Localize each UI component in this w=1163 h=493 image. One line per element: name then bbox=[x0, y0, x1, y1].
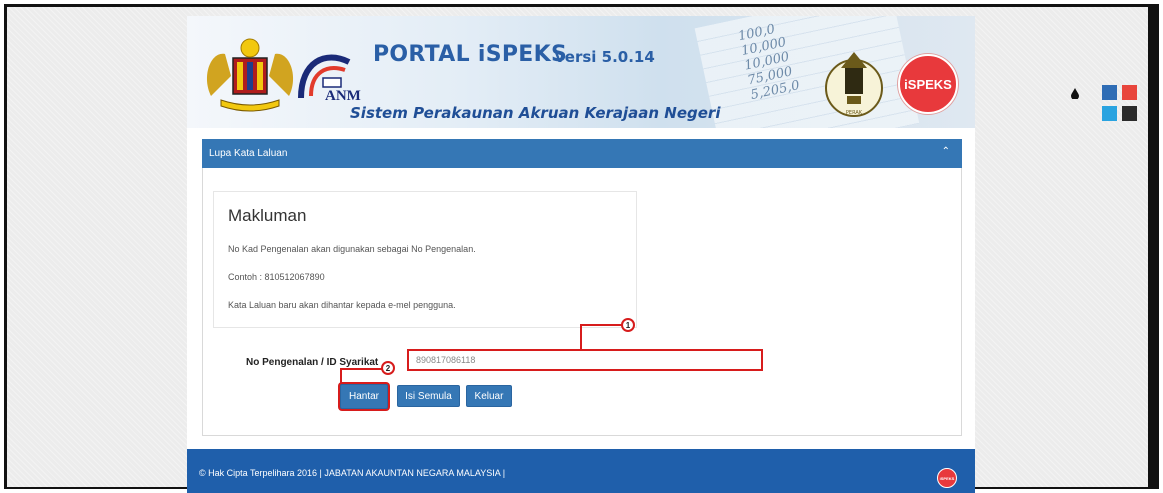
callout-marker-1: 1 bbox=[621, 318, 635, 332]
notice-line: Contoh : 810512067890 bbox=[228, 272, 325, 282]
panel-header: Lupa Kata Laluan ⌃ bbox=[202, 139, 962, 168]
theme-swatch-dark[interactable] bbox=[1122, 106, 1137, 121]
theme-swatch-light-blue[interactable] bbox=[1102, 106, 1117, 121]
callout-line bbox=[340, 368, 382, 370]
malaysia-coat-of-arms-icon bbox=[206, 38, 294, 112]
page-container: 100,0 10,000 10,000 75,000 5,205,0 ANM P… bbox=[187, 16, 975, 493]
callout-marker-2: 2 bbox=[381, 361, 395, 375]
theme-swatch-blue[interactable] bbox=[1102, 85, 1117, 100]
perak-emblem-icon: PERAK bbox=[825, 52, 883, 117]
panel-title: Lupa Kata Laluan bbox=[209, 148, 288, 159]
notice-title: Makluman bbox=[228, 206, 307, 225]
drop-icon[interactable] bbox=[1071, 88, 1079, 99]
theme-swatch-red[interactable] bbox=[1122, 85, 1137, 100]
id-input[interactable]: 890817086118 bbox=[407, 349, 763, 371]
footer-copyright: © Hak Cipta Terpelihara 2016 | JABATAN A… bbox=[199, 468, 506, 478]
perak-text: PERAK bbox=[846, 110, 863, 116]
header-banner: 100,0 10,000 10,000 75,000 5,205,0 ANM P… bbox=[187, 16, 975, 128]
footer-ispeks-logo: iSPEKS bbox=[937, 468, 957, 488]
anm-text: ANM bbox=[325, 88, 361, 104]
notice-line: No Kad Pengenalan akan digunakan sebagai… bbox=[228, 244, 476, 254]
submit-button[interactable]: Hantar bbox=[340, 384, 388, 409]
ispeks-logo: iSPEKS bbox=[898, 54, 958, 114]
panel-body: Makluman No Kad Pengenalan akan digunaka… bbox=[202, 168, 962, 436]
id-field-label: No Pengenalan / ID Syarikat bbox=[246, 357, 379, 368]
reset-button[interactable]: Isi Semula bbox=[397, 385, 460, 407]
footer: © Hak Cipta Terpelihara 2016 | JABATAN A… bbox=[187, 449, 975, 493]
notice-box: Makluman No Kad Pengenalan akan digunaka… bbox=[213, 191, 637, 328]
callout-line bbox=[580, 324, 622, 326]
chevron-up-icon[interactable]: ⌃ bbox=[942, 146, 950, 157]
portal-subtitle: Sistem Perakaunan Akruan Kerajaan Negeri bbox=[350, 104, 721, 122]
callout-line bbox=[580, 325, 582, 349]
portal-title: PORTAL iSPEKS bbox=[373, 42, 568, 67]
portal-version: versi 5.0.14 bbox=[555, 48, 655, 66]
exit-button[interactable]: Keluar bbox=[466, 385, 512, 407]
window-edge bbox=[1148, 4, 1159, 489]
notice-line: Kata Laluan baru akan dihantar kepada e-… bbox=[228, 300, 456, 310]
callout-line bbox=[340, 369, 342, 384]
